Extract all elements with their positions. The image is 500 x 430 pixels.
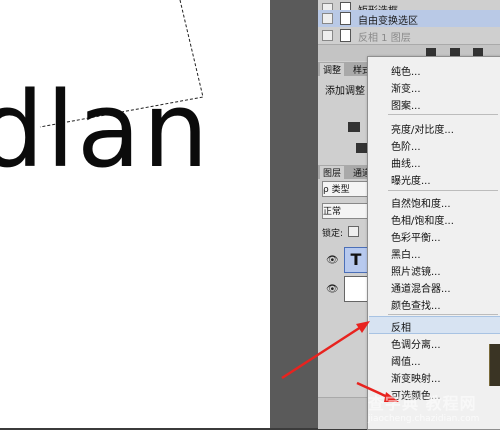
watermark-url: jiaocheng.chazidian.com: [368, 414, 480, 424]
watermark-logo: 查字典 教程网: [368, 394, 477, 413]
annotation-arrows: [281, 321, 399, 402]
